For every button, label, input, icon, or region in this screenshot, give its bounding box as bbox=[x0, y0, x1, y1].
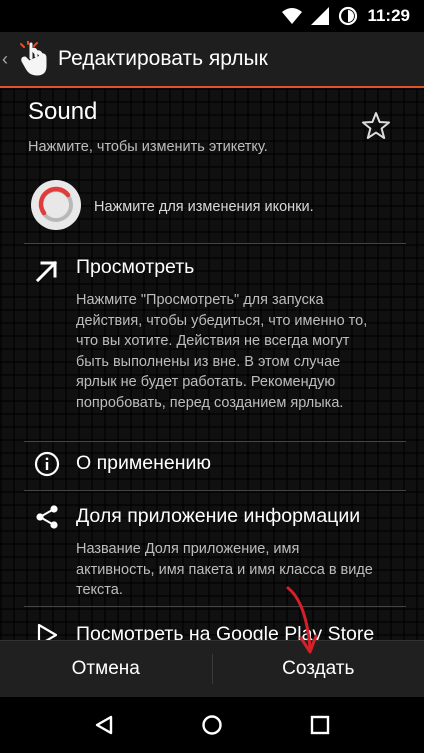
app-bar: ‹ Редактировать ярлык bbox=[0, 32, 424, 86]
do-not-disturb-icon bbox=[339, 6, 358, 26]
divider bbox=[24, 441, 406, 442]
cancel-button[interactable]: Отмена bbox=[0, 641, 212, 697]
tap-hand-icon[interactable] bbox=[18, 41, 48, 77]
arrow-up-right-icon[interactable] bbox=[34, 258, 60, 284]
home-icon[interactable] bbox=[201, 714, 223, 736]
shortcut-editor: Sound Нажмите, чтобы изменить этикетку. … bbox=[0, 88, 424, 640]
shortcut-label-title[interactable]: Sound bbox=[28, 98, 97, 126]
recents-icon[interactable] bbox=[309, 714, 331, 736]
cellular-signal-icon bbox=[311, 7, 330, 25]
star-icon[interactable] bbox=[360, 110, 392, 142]
view-action-title[interactable]: Просмотреть bbox=[76, 256, 194, 279]
status-bar: 11:29 bbox=[0, 0, 424, 32]
wifi-icon bbox=[282, 8, 303, 24]
view-action-description: Нажмите "Просмотреть" для запуска действ… bbox=[76, 292, 368, 411]
divider bbox=[24, 490, 406, 491]
share-icon[interactable] bbox=[34, 504, 60, 530]
about-app-title[interactable]: О применению bbox=[76, 452, 211, 475]
shortcut-label-hint[interactable]: Нажмите, чтобы изменить этикетку. bbox=[28, 139, 268, 155]
page-title: Редактировать ярлык bbox=[58, 47, 268, 70]
dialog-actions: Отмена Создать bbox=[0, 640, 424, 697]
play-store-icon[interactable] bbox=[34, 622, 60, 640]
back-icon[interactable] bbox=[93, 714, 115, 736]
back-chevron-icon[interactable]: ‹ bbox=[2, 49, 16, 70]
navigation-bar bbox=[0, 697, 424, 753]
status-time: 11:29 bbox=[367, 6, 410, 25]
divider bbox=[24, 243, 406, 244]
sound-app-icon[interactable] bbox=[30, 179, 82, 231]
change-icon-hint[interactable]: Нажмите для изменения иконки. bbox=[94, 199, 314, 215]
share-app-info-title[interactable]: Доля приложение информации bbox=[76, 505, 360, 528]
annotation-arrow-icon bbox=[286, 586, 318, 654]
divider bbox=[24, 606, 406, 607]
info-icon[interactable] bbox=[34, 451, 60, 477]
